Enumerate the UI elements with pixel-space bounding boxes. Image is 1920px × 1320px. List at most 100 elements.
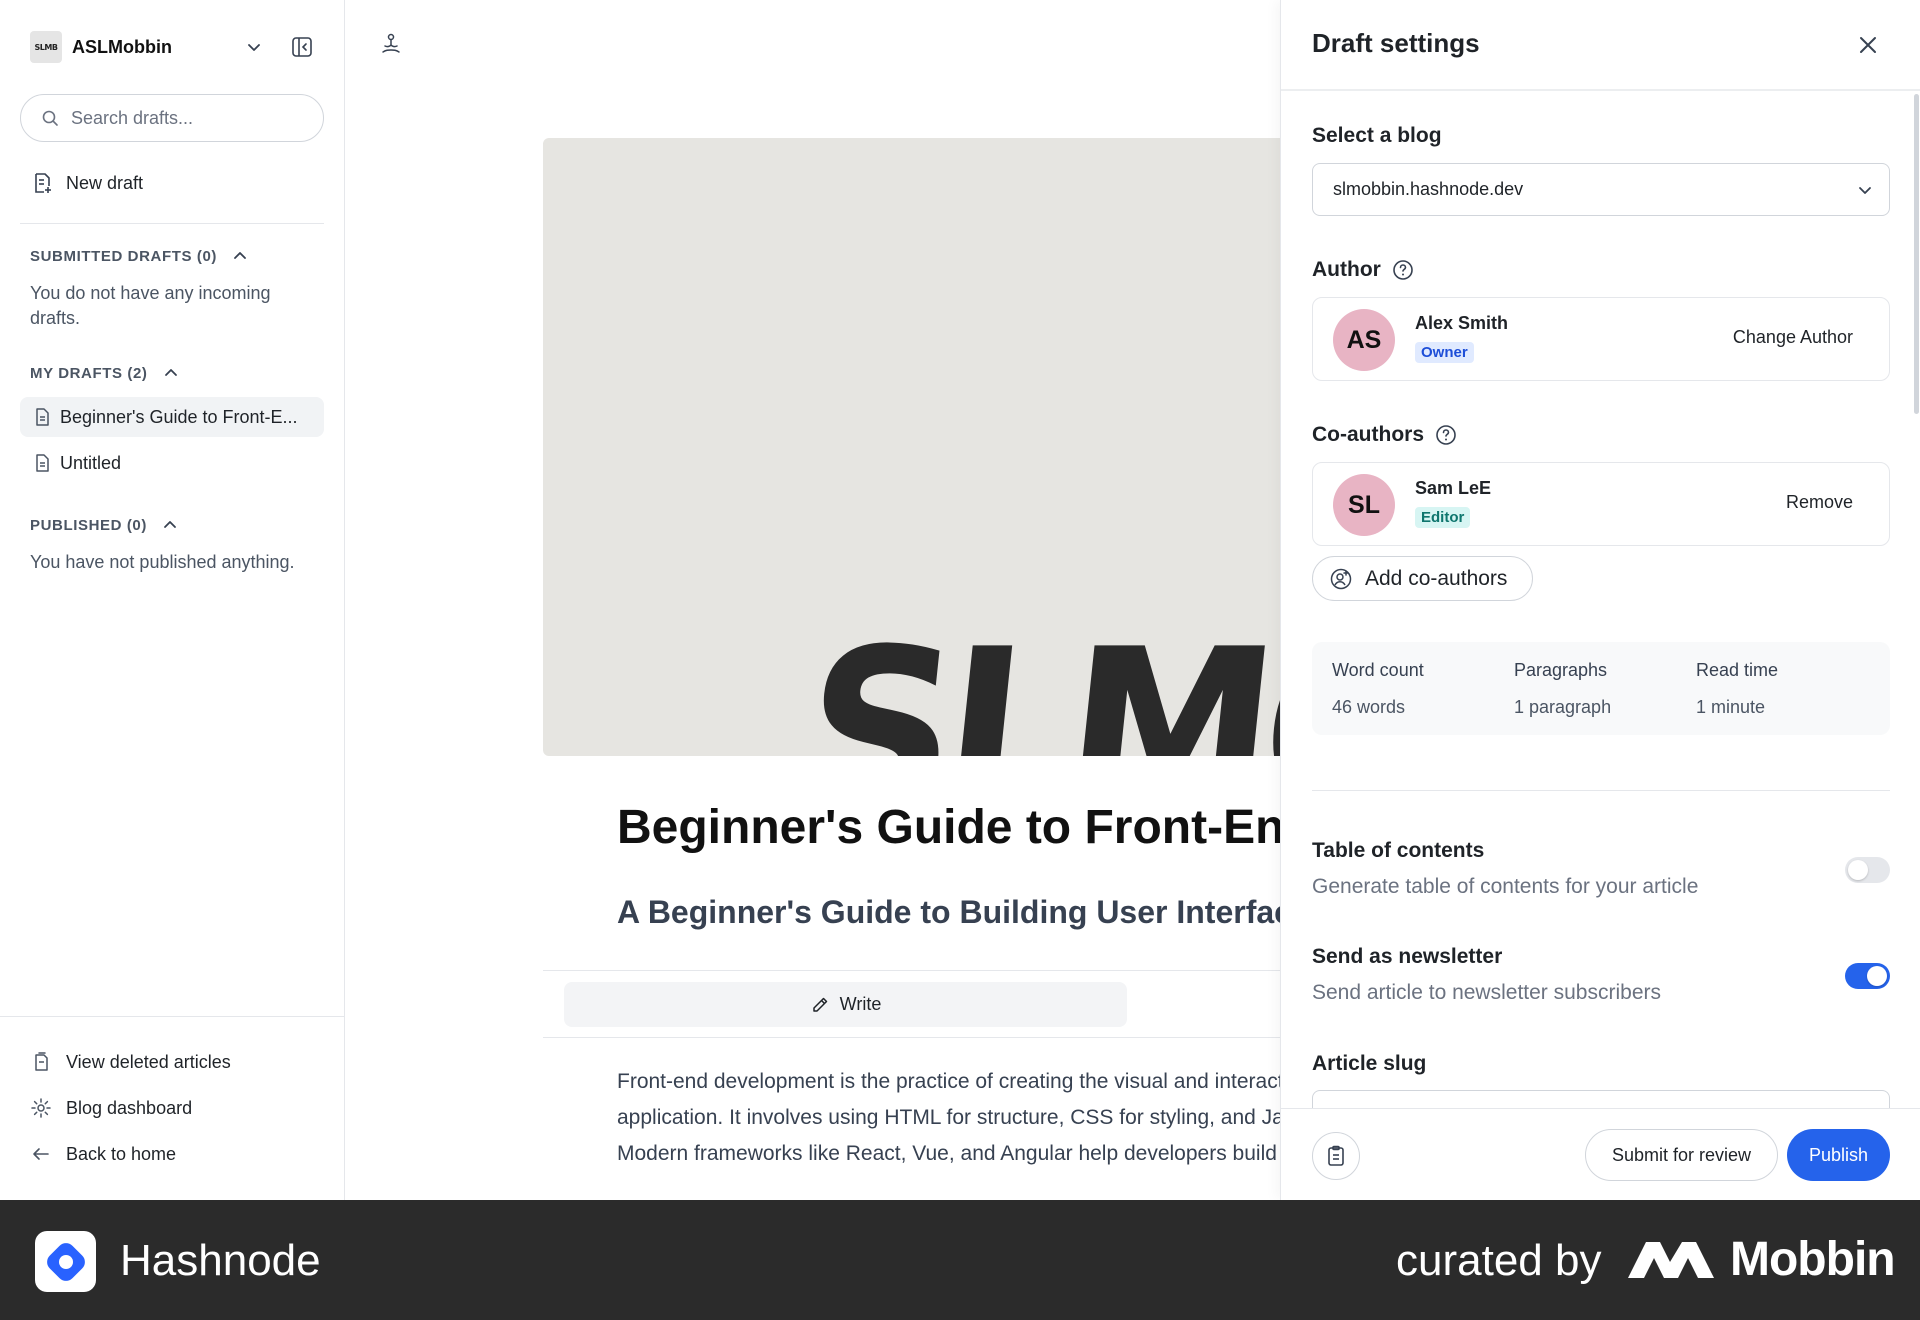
change-author-button[interactable]: Change Author (1733, 327, 1853, 348)
stat-read-time: Read time 1 minute (1696, 660, 1778, 718)
coauthors-label: Co-authors (1312, 423, 1458, 447)
write-mode-label: Write (839, 994, 882, 1014)
workspace-name: ASLMobbin (72, 36, 172, 57)
app-name: Hashnode (120, 1236, 321, 1285)
new-draft-button[interactable]: New draft (30, 168, 143, 198)
author-label-text: Author (1312, 258, 1381, 281)
submitted-drafts-heading-text: SUBMITTED DRAFTS (0) (30, 247, 217, 265)
my-drafts-heading-text: MY DRAFTS (2) (30, 364, 148, 382)
help-icon[interactable] (1434, 423, 1458, 447)
article-body[interactable]: Front-end development is the practice of… (617, 1064, 1280, 1172)
arrow-left-icon (33, 1148, 49, 1160)
search-icon (42, 110, 58, 126)
role-badge: Editor (1415, 507, 1471, 528)
author-label: Author (1312, 258, 1415, 282)
submitted-empty-text: You do not have any incoming drafts. (30, 283, 271, 328)
sidebar: SLMB ASLMobbin Search drafts... New draf… (0, 0, 345, 1200)
new-draft-label: New draft (66, 172, 144, 193)
clipboard-icon (1328, 1145, 1344, 1166)
chevron-down-icon[interactable] (244, 37, 264, 57)
add-coauthors-label: Add co-authors (1365, 566, 1508, 590)
curated-by-label: curated by (1396, 1236, 1602, 1285)
newsletter-toggle[interactable] (1845, 963, 1890, 989)
coauthor-card: SL Sam LeE Editor Remove (1312, 462, 1890, 546)
clipboard-button[interactable] (1312, 1132, 1360, 1180)
draft-item[interactable]: Untitled (20, 443, 324, 483)
brand-bar: Hashnode curated by Mobbin (0, 1200, 1920, 1320)
avatar: AS (1333, 309, 1395, 371)
remove-coauthor-button[interactable]: Remove (1786, 492, 1853, 513)
search-input[interactable]: Search drafts... (20, 94, 324, 142)
my-drafts-heading[interactable]: MY DRAFTS (2) (30, 364, 180, 382)
help-icon[interactable] (1391, 258, 1415, 282)
document-icon (36, 454, 49, 472)
select-blog-label-text: Select a blog (1312, 124, 1442, 147)
chevron-up-icon (164, 369, 177, 376)
gear-icon (31, 1098, 51, 1118)
publish-button[interactable]: Publish (1787, 1129, 1890, 1181)
back-to-home-label: Back to home (66, 1143, 177, 1164)
draft-item-label: Untitled (60, 452, 122, 473)
editor: SLMO Beginner's Guide to Front-End A Beg… (345, 0, 1280, 1200)
workspace-logo: SLMB (30, 31, 62, 63)
role-badge: Owner (1415, 342, 1474, 363)
document-icon (36, 408, 49, 426)
article-title[interactable]: Beginner's Guide to Front-End (617, 800, 1280, 855)
cover-image[interactable]: SLMO (543, 138, 1280, 756)
hashnode-logo (35, 1231, 96, 1292)
author-card: AS Alex Smith Owner Change Author (1312, 297, 1890, 381)
cover-logo-text: SLMO (791, 600, 1280, 756)
chevron-down-icon (1859, 187, 1871, 194)
article-slug-label: Article slug (1312, 1052, 1427, 1075)
draft-item[interactable]: Beginner's Guide to Front-E... (20, 397, 324, 437)
workspace-switcher[interactable]: SLMB ASLMobbin (30, 30, 320, 64)
curator-name: Mobbin (1730, 1233, 1896, 1286)
panel-header-divider (1281, 89, 1920, 91)
panel-scrollbar[interactable] (1914, 94, 1919, 414)
new-document-icon (35, 173, 51, 193)
chevron-up-icon (234, 252, 246, 259)
toggle-knob (1848, 860, 1868, 880)
pencil-icon (812, 997, 827, 1012)
collapse-sidebar-icon[interactable] (290, 35, 314, 59)
blog-select-value: slmobbin.hashnode.dev (1333, 179, 1524, 199)
newsletter-option-desc: Send article to newsletter subscribers (1312, 981, 1661, 1004)
article-subtitle[interactable]: A Beginner's Guide to Building User Inte… (617, 894, 1280, 931)
zen-mode-icon[interactable] (379, 32, 403, 56)
panel-title: Draft settings (1312, 28, 1480, 58)
write-mode-tab[interactable]: Write (564, 982, 1127, 1027)
back-to-home-link[interactable]: Back to home (30, 1139, 176, 1169)
view-deleted-label: View deleted articles (66, 1051, 231, 1072)
stat-value: 1 minute (1696, 697, 1766, 717)
submit-for-review-button[interactable]: Submit for review (1585, 1129, 1778, 1181)
search-placeholder: Search drafts... (71, 107, 194, 128)
stat-value: 1 paragraph (1514, 697, 1612, 717)
blog-dashboard-link[interactable]: Blog dashboard (30, 1093, 192, 1123)
blog-select[interactable]: slmobbin.hashnode.dev (1312, 163, 1890, 216)
stat-value: 46 words (1332, 697, 1406, 717)
mode-bar-divider (543, 970, 1280, 971)
mobbin-logo-icon (1628, 1242, 1714, 1278)
stat-label: Paragraphs (1514, 660, 1608, 680)
toc-option-title: Table of contents (1312, 839, 1485, 862)
panel-footer: Submit for review Publish (1281, 1108, 1920, 1200)
submitted-drafts-heading[interactable]: SUBMITTED DRAFTS (0) (30, 247, 249, 265)
stat-paragraphs: Paragraphs 1 paragraph (1514, 660, 1611, 718)
stat-word-count: Word count 46 words (1332, 660, 1424, 718)
toc-toggle[interactable] (1845, 857, 1890, 883)
newsletter-option-title: Send as newsletter (1312, 945, 1503, 968)
select-blog-label: Select a blog (1312, 124, 1442, 148)
coauthors-label-text: Co-authors (1312, 423, 1424, 446)
author-name: Alex Smith (1415, 313, 1509, 333)
published-heading[interactable]: PUBLISHED (0) (30, 516, 179, 534)
mode-bar-divider (543, 1037, 1280, 1038)
published-heading-text: PUBLISHED (0) (30, 516, 147, 534)
add-coauthors-button[interactable]: Add co-authors (1312, 556, 1533, 601)
toc-option-desc: Generate table of contents for your arti… (1312, 875, 1699, 898)
sidebar-footer-divider (0, 1016, 345, 1017)
hashnode-icon (46, 1242, 85, 1281)
avatar: SL (1333, 474, 1395, 536)
trash-doc-icon (35, 1052, 48, 1071)
close-icon[interactable] (1854, 31, 1882, 59)
view-deleted-articles-link[interactable]: View deleted articles (30, 1047, 231, 1077)
